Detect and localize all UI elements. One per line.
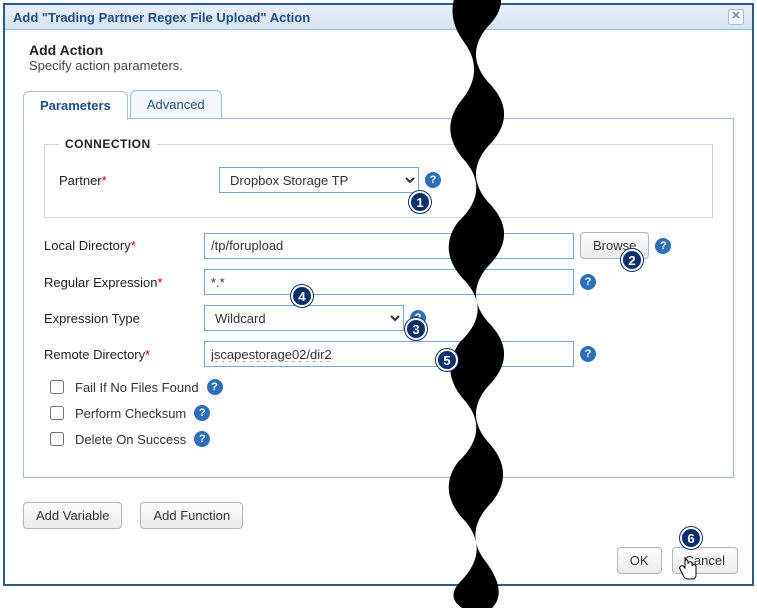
- connection-legend: CONNECTION: [59, 137, 157, 151]
- help-icon[interactable]: ?: [580, 274, 596, 290]
- label-local-directory: Local Directory*: [44, 238, 204, 253]
- dialog-body: Add Action Specify action parameters. Pa…: [5, 30, 752, 543]
- row-remote-directory: Remote Directory* ?: [44, 341, 713, 367]
- row-expr-type: Expression Type Wildcard ?: [44, 305, 713, 331]
- ok-button[interactable]: OK: [617, 547, 662, 574]
- label-regex: Regular Expression*: [44, 275, 204, 290]
- footer-left: Add Variable Add Function: [23, 502, 734, 529]
- help-icon[interactable]: ?: [580, 346, 596, 362]
- help-icon[interactable]: ?: [425, 172, 441, 188]
- add-function-button[interactable]: Add Function: [140, 502, 243, 529]
- row-local-directory: Local Directory* Browse ?: [44, 232, 713, 259]
- row-partner: Partner* Dropbox Storage TP ?: [59, 167, 698, 193]
- fail-if-none-checkbox[interactable]: [50, 380, 64, 394]
- control-remote-directory: ?: [204, 341, 713, 367]
- label-perform-checksum: Perform Checksum: [75, 406, 186, 421]
- perform-checksum-checkbox[interactable]: [50, 406, 64, 420]
- required-mark: *: [131, 238, 136, 253]
- row-perform-checksum: Perform Checksum ?: [46, 403, 713, 423]
- footer-right: OK Cancel: [617, 547, 738, 574]
- tab-parameters[interactable]: Parameters: [23, 91, 128, 120]
- partner-select[interactable]: Dropbox Storage TP: [219, 167, 419, 193]
- help-icon[interactable]: ?: [655, 238, 671, 254]
- dialog-frame: Add "Trading Partner Regex File Upload" …: [3, 3, 754, 586]
- label-fail-if-none: Fail If No Files Found: [75, 380, 199, 395]
- delete-on-success-checkbox[interactable]: [50, 432, 64, 446]
- tabs-wrap: Parameters Advanced CONNECTION Partner* …: [23, 89, 734, 478]
- help-icon[interactable]: ?: [194, 431, 210, 447]
- tab-panel-parameters: CONNECTION Partner* Dropbox Storage TP ?: [23, 118, 734, 478]
- add-action-subheading: Specify action parameters.: [29, 58, 734, 73]
- connection-fieldset: CONNECTION Partner* Dropbox Storage TP ?: [44, 137, 713, 218]
- cancel-button[interactable]: Cancel: [672, 547, 738, 574]
- regex-input[interactable]: [204, 269, 574, 295]
- expr-type-select[interactable]: Wildcard: [204, 305, 404, 331]
- help-icon[interactable]: ?: [207, 379, 223, 395]
- close-icon[interactable]: ✕: [728, 9, 744, 25]
- required-mark: *: [102, 173, 107, 188]
- row-delete-on-success: Delete On Success ?: [46, 429, 713, 449]
- remote-directory-input[interactable]: [204, 341, 574, 367]
- local-directory-input[interactable]: [204, 233, 574, 259]
- section-head: Add Action Specify action parameters.: [23, 40, 734, 79]
- browse-button[interactable]: Browse: [580, 232, 649, 259]
- help-icon[interactable]: ?: [410, 310, 426, 326]
- required-mark: *: [145, 347, 150, 362]
- control-partner: Dropbox Storage TP ?: [219, 167, 698, 193]
- row-fail-if-none: Fail If No Files Found ?: [46, 377, 713, 397]
- dialog-titlebar: Add "Trading Partner Regex File Upload" …: [5, 5, 752, 30]
- control-expr-type: Wildcard ?: [204, 305, 713, 331]
- control-local-directory: Browse ?: [204, 232, 713, 259]
- add-variable-button[interactable]: Add Variable: [23, 502, 122, 529]
- tab-advanced[interactable]: Advanced: [130, 90, 222, 119]
- label-partner: Partner*: [59, 173, 219, 188]
- label-delete-on-success: Delete On Success: [75, 432, 186, 447]
- row-regex: Regular Expression* ?: [44, 269, 713, 295]
- help-icon[interactable]: ?: [194, 405, 210, 421]
- required-mark: *: [157, 275, 162, 290]
- dialog-title: Add "Trading Partner Regex File Upload" …: [13, 10, 310, 25]
- add-action-heading: Add Action: [29, 42, 734, 58]
- label-remote-directory: Remote Directory*: [44, 347, 204, 362]
- label-expr-type: Expression Type: [44, 311, 204, 326]
- tabs: Parameters Advanced: [23, 89, 734, 118]
- control-regex: ?: [204, 269, 713, 295]
